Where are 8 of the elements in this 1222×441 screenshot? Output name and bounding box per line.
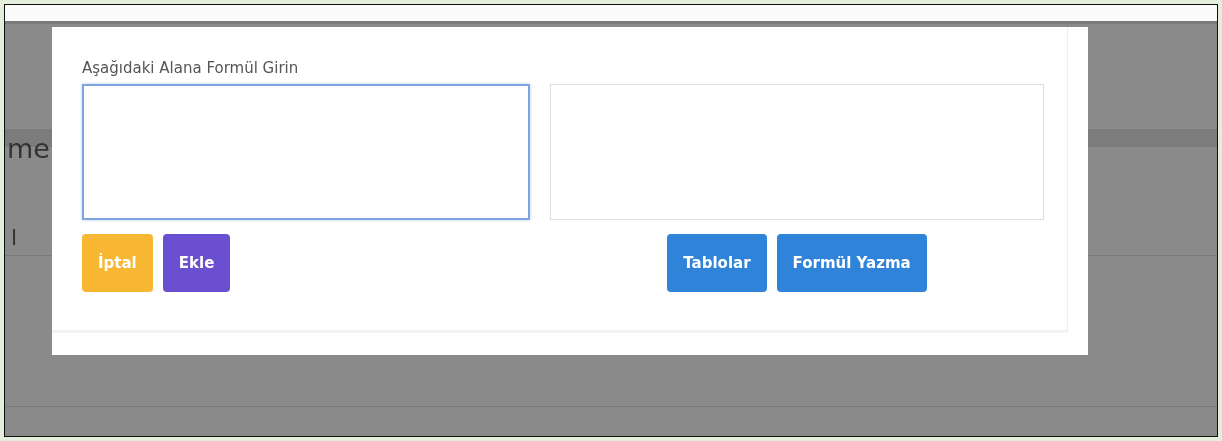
preview-field[interactable] bbox=[550, 84, 1044, 220]
write-formula-button[interactable]: Formül Yazma bbox=[776, 234, 927, 292]
formula-input[interactable] bbox=[82, 84, 530, 220]
formula-label: Aşağıdaki Alana Formül Girin bbox=[82, 59, 299, 77]
background-text: me bbox=[7, 135, 50, 162]
background-text: l bbox=[11, 227, 18, 249]
add-button[interactable]: Ekle bbox=[162, 234, 231, 292]
tables-button[interactable]: Tablolar bbox=[667, 234, 767, 292]
